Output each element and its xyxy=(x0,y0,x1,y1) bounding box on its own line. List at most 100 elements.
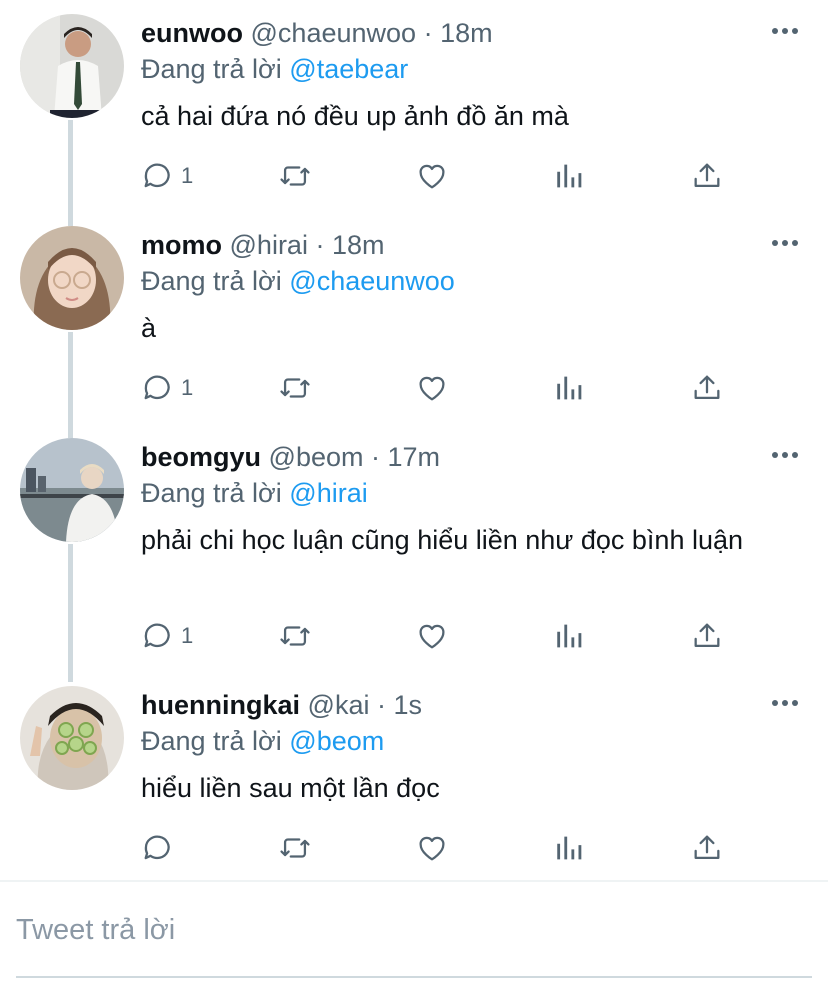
like-button[interactable] xyxy=(415,156,449,196)
avatar[interactable] xyxy=(20,438,124,542)
user-handle[interactable]: @kai xyxy=(308,690,370,720)
share-upload-icon xyxy=(694,835,720,860)
tweet-actions: 1 xyxy=(0,368,828,408)
analytics-bars-icon xyxy=(557,836,582,860)
display-name[interactable]: beomgyu xyxy=(141,442,261,472)
tweet-header: momo @hirai · 18m xyxy=(141,228,385,262)
avatar-man-waterfront-icon xyxy=(20,438,124,542)
reply-compose-input[interactable]: Tweet trả lời xyxy=(16,910,175,950)
heart-icon xyxy=(419,836,445,861)
more-dots-icon xyxy=(772,240,798,246)
share-button[interactable] xyxy=(690,368,724,408)
display-name[interactable]: huenningkai xyxy=(141,690,300,720)
reply-bubble-icon xyxy=(144,163,170,188)
tweet-text: phải chi học luận cũng hiểu liền như đọc… xyxy=(141,525,744,555)
retweet-button[interactable] xyxy=(278,616,312,656)
tweet-text: cả hai đứa nó đều up ảnh đồ ăn mà xyxy=(141,101,569,131)
share-button[interactable] xyxy=(690,828,724,868)
retweet-icon xyxy=(280,838,310,858)
mention-link[interactable]: @beom xyxy=(289,726,384,756)
avatar[interactable] xyxy=(20,686,124,790)
replying-to-label: Đang trả lời xyxy=(141,726,282,756)
separator: · xyxy=(315,230,325,260)
reply-button[interactable] xyxy=(141,828,181,868)
replying-to-label: Đang trả lời xyxy=(141,54,282,84)
retweet-button[interactable] xyxy=(278,156,312,196)
compose-divider xyxy=(0,880,828,882)
more-dots-icon xyxy=(772,452,798,458)
more-options-button[interactable] xyxy=(770,230,800,256)
tweet-text: hiểu liền sau một lần đọc xyxy=(141,773,440,803)
analytics-bars-icon xyxy=(557,376,582,400)
reply-bubble-icon xyxy=(144,835,170,860)
compose-underline xyxy=(16,976,812,978)
user-handle[interactable]: @hirai xyxy=(230,230,308,260)
more-options-button[interactable] xyxy=(770,690,800,716)
avatar[interactable] xyxy=(20,226,124,330)
mention-link[interactable]: @taebear xyxy=(289,54,408,84)
retweet-button[interactable] xyxy=(278,828,312,868)
more-dots-icon xyxy=(772,700,798,706)
tweet-header: eunwoo @chaeunwoo · 18m xyxy=(141,16,493,50)
user-handle[interactable]: @chaeunwoo xyxy=(251,18,417,48)
retweet-button[interactable] xyxy=(278,368,312,408)
more-options-button[interactable] xyxy=(770,18,800,44)
avatar-man-white-shirt-icon xyxy=(20,14,124,118)
reply-button[interactable]: 1 xyxy=(141,156,193,196)
tweet-header: beomgyu @beom · 17m xyxy=(141,440,440,474)
tweet-actions: 1 xyxy=(0,156,828,196)
replying-to: Đang trả lời @beom xyxy=(141,724,384,758)
analytics-bars-icon xyxy=(557,164,582,188)
analytics-button[interactable] xyxy=(553,368,587,408)
analytics-button[interactable] xyxy=(553,156,587,196)
reply-bubble-icon xyxy=(144,375,170,400)
avatar[interactable] xyxy=(20,14,124,118)
mention-link[interactable]: @hirai xyxy=(289,478,367,508)
display-name[interactable]: eunwoo xyxy=(141,18,243,48)
heart-icon xyxy=(419,624,445,649)
replying-to: Đang trả lời @chaeunwoo xyxy=(141,264,455,298)
reply-count: 1 xyxy=(181,375,194,400)
reply-button[interactable]: 1 xyxy=(141,368,193,408)
tweet-item[interactable]: beomgyu @beom · 17m Đang trả lời @hirai … xyxy=(0,424,828,672)
analytics-bars-icon xyxy=(557,624,582,648)
like-button[interactable] xyxy=(415,616,449,656)
heart-icon xyxy=(419,164,445,189)
tweet-text: à xyxy=(141,313,157,343)
more-options-button[interactable] xyxy=(770,442,800,468)
tweet-item[interactable]: momo @hirai · 18m Đang trả lời @chaeunwo… xyxy=(0,212,828,424)
replying-to: Đang trả lời @taebear xyxy=(141,52,408,86)
tweet-thread-page: eunwoo @chaeunwoo · 18m Đang trả lời @ta… xyxy=(0,0,828,982)
analytics-button[interactable] xyxy=(553,828,587,868)
reply-count: 1 xyxy=(181,163,194,188)
timestamp[interactable]: 18m xyxy=(440,18,493,48)
tweet-item[interactable]: eunwoo @chaeunwoo · 18m Đang trả lời @ta… xyxy=(0,0,828,212)
tweet-header: huenningkai @kai · 1s xyxy=(141,688,422,722)
mention-link[interactable]: @chaeunwoo xyxy=(289,266,455,296)
heart-icon xyxy=(419,376,445,401)
analytics-button[interactable] xyxy=(553,616,587,656)
share-button[interactable] xyxy=(690,616,724,656)
timestamp[interactable]: 17m xyxy=(388,442,441,472)
timestamp[interactable]: 18m xyxy=(332,230,385,260)
retweet-icon xyxy=(280,626,310,646)
separator: · xyxy=(376,690,386,720)
share-upload-icon xyxy=(694,163,720,188)
replying-to: Đang trả lời @hirai xyxy=(141,476,368,510)
reply-button[interactable]: 1 xyxy=(141,616,193,656)
tweet-actions: 1 xyxy=(0,616,828,656)
tweet-item[interactable]: huenningkai @kai · 1s Đang trả lời @beom… xyxy=(0,672,828,878)
timestamp[interactable]: 1s xyxy=(394,690,423,720)
user-handle[interactable]: @beom xyxy=(269,442,364,472)
reply-count: 1 xyxy=(181,623,194,648)
share-upload-icon xyxy=(694,623,720,648)
tweet-actions xyxy=(0,828,828,868)
retweet-icon xyxy=(280,166,310,186)
display-name[interactable]: momo xyxy=(141,230,222,260)
more-dots-icon xyxy=(772,28,798,34)
share-button[interactable] xyxy=(690,156,724,196)
avatar-woman-glasses-icon xyxy=(20,226,124,330)
like-button[interactable] xyxy=(415,368,449,408)
like-button[interactable] xyxy=(415,828,449,868)
replying-to-label: Đang trả lời xyxy=(141,478,282,508)
